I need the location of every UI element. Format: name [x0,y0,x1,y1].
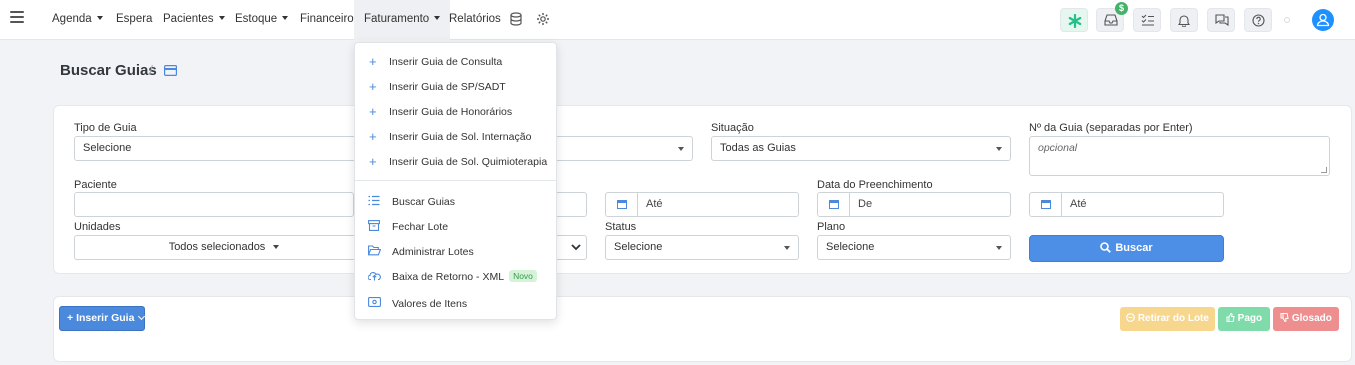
nav-espera[interactable]: Espera [116,0,152,40]
status-label: Status [605,221,637,233]
chevron-down-icon [571,244,581,251]
thumbs-down-icon [1280,312,1289,322]
top-navbar: Agenda Espera Pacientes Estoque Financei… [0,0,1355,40]
dropdown-item-baixa-retorno-xml[interactable]: Baixa de Retorno - XML Novo [355,268,556,288]
dropdown-item-fechar-lote[interactable]: Fechar Lote [355,218,556,238]
dropdown-item-guia-honorarios[interactable]: + Inserir Guia de Honorários [355,103,556,123]
money-bill-icon [368,297,381,307]
notifications-button[interactable] [1170,8,1198,32]
minus-circle-icon [1126,312,1135,322]
breadcrumb-separator: / [149,62,153,78]
preenchimento-de-input[interactable]: De [817,192,1011,217]
money-badge: $ [1115,2,1128,15]
status-select[interactable]: Selecione [605,235,799,260]
avatar[interactable] [1312,9,1334,31]
plano-label: Plano [817,221,846,233]
nav-agenda[interactable]: Agenda [52,0,103,40]
list-icon [368,195,380,206]
inbox-icon [1104,14,1118,26]
pago-button[interactable]: Pago [1218,307,1270,331]
dropdown-item-guia-consulta[interactable]: + Inserir Guia de Consulta [355,53,556,73]
help-icon [1252,14,1265,27]
tipo-guia-select[interactable]: Selecione [74,136,374,161]
dropdown-item-guia-sp-sadt[interactable]: + Inserir Guia de SP/SADT [355,78,556,98]
plano-select[interactable]: Selecione [817,235,1011,260]
user-icon [1316,13,1330,27]
dropdown-item-guia-internacao[interactable]: + Inserir Guia de Sol. Internação [355,128,556,148]
plus-icon: + [369,129,377,144]
nav-estoque[interactable]: Estoque [235,0,289,40]
page-title: Buscar Guias [60,62,157,79]
faturamento-dropdown: + Inserir Guia de Consulta + Inserir Guia … [354,42,557,320]
chat-icon [1215,14,1229,26]
tasks-button[interactable] [1133,8,1161,32]
date-to-input[interactable]: Até [605,192,799,217]
dropdown-item-guia-quimioterapia[interactable]: + Inserir Guia de Sol. Quimioterapia [355,153,556,173]
calendar-icon [617,200,627,209]
nav-relatorios[interactable]: Relatórios [449,0,501,40]
card-icon [164,65,177,76]
nav-financeiro[interactable]: Financeiro [300,0,354,40]
inserir-guia-button[interactable]: + Inserir Guia [59,306,146,331]
calendar-icon [829,200,839,209]
unidades-multiselect[interactable]: Todos selecionados [74,235,374,260]
dropdown-item-administrar-lotes[interactable]: Administrar Lotes [355,243,556,263]
thumbs-up-icon [1226,312,1235,322]
dropdown-item-valores-itens[interactable]: Valores de Itens [355,295,556,315]
plus-icon: + [369,104,377,119]
asterisk-button[interactable] [1060,8,1088,32]
plus-icon: + [369,54,377,69]
cloud-upload-icon [368,272,381,281]
help-button[interactable] [1244,8,1272,32]
preenchimento-ate-input[interactable]: Até [1029,192,1224,217]
paciente-label: Paciente [74,179,117,191]
calendar-icon [1041,200,1051,209]
buscar-button[interactable]: Buscar [1029,235,1224,262]
gear-icon[interactable] [536,12,550,26]
dropdown-item-buscar-guias[interactable]: Buscar Guias [355,193,556,213]
database-icon[interactable] [509,12,523,26]
data-preenchimento-label: Data do Preenchimento [817,179,933,191]
asterisk-icon [1068,14,1082,28]
retirar-lote-button[interactable]: Retirar do Lote [1120,307,1215,331]
hidden-select[interactable] [540,136,693,161]
novo-badge: Novo [509,270,537,282]
status-dot [1284,17,1290,23]
archive-icon [368,220,380,231]
nav-pacientes[interactable]: Pacientes [163,0,225,40]
situacao-select[interactable]: Todas as Guias [711,136,1011,161]
chat-button[interactable] [1207,8,1235,32]
paciente-input[interactable] [74,192,354,217]
checklist-icon [1141,14,1154,26]
search-icon [1100,241,1112,253]
numero-guia-textarea[interactable]: opcional [1029,136,1330,176]
unidades-label: Unidades [74,221,121,233]
situacao-label: Situação [711,122,754,134]
glosado-button[interactable]: Glosado [1273,307,1339,331]
menu-icon[interactable] [10,11,24,23]
folder-open-icon [368,245,381,256]
numero-guia-label: Nº da Guia (separadas por Enter) [1029,122,1193,134]
tipo-guia-label: Tipo de Guia [74,122,137,134]
nav-faturamento[interactable]: Faturamento [354,0,451,40]
dropdown-divider [355,180,556,181]
plus-icon: + [369,154,377,169]
bell-icon [1178,15,1190,27]
plus-icon: + [369,79,377,94]
